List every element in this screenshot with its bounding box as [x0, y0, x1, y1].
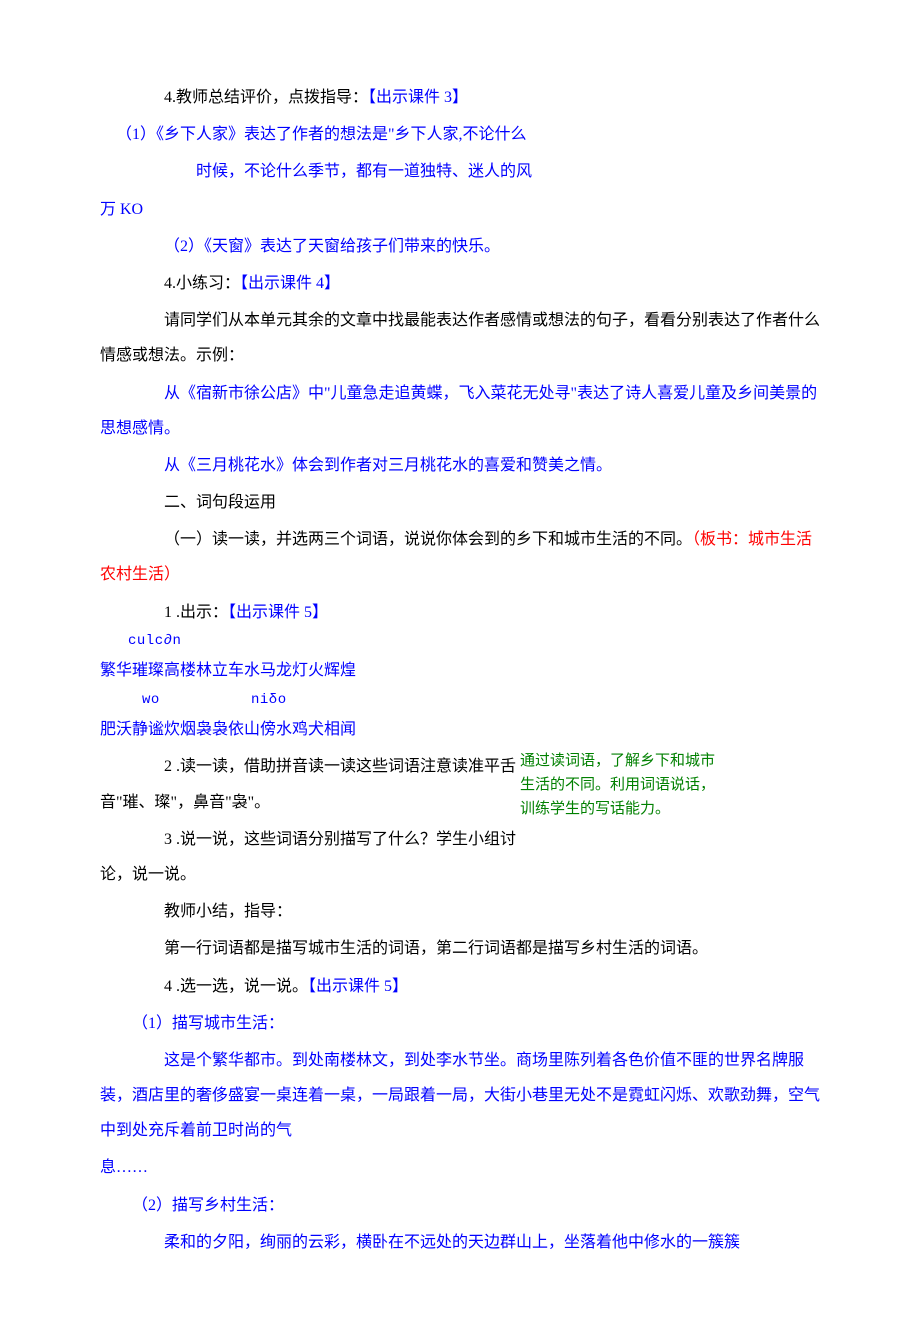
text: 这是个繁华都市。到处南楼林文，到处李水节坐。商场里陈列着各色价值不匪的世界名牌服…	[100, 1052, 820, 1139]
example-2: 从《三月桃花水》体会到作者对三月桃花水的喜爱和赞美之情。	[100, 448, 820, 483]
pinyin-2a: wo	[121, 691, 251, 711]
point-2: （2）《天窗》表达了天窗给孩子们带来的快乐。	[100, 229, 820, 264]
text: 从《三月桃花水》体会到作者对三月桃花水的喜爱和赞美之情。	[164, 457, 612, 474]
slide-ref-4: 【出示课件 4】	[240, 275, 340, 292]
section-2-title: 二、词句段运用	[100, 485, 820, 520]
text: （2）描写乡村生活：	[132, 1197, 284, 1214]
text: 柔和的夕阳，绚丽的云彩，横卧在不远处的天边群山上，坐落着他中修水的一簇簇	[164, 1234, 740, 1251]
city-life-body-b: 息……	[100, 1150, 820, 1185]
text: （一）读一读，并选两三个词语，说说你体会到的乡下和城市生活的不同。	[164, 531, 692, 548]
text: （1）《乡下人家》表达了作者的想法是"乡下人家,不论什么	[116, 126, 527, 143]
country-life-title: （2）描写乡村生活：	[100, 1188, 820, 1223]
text: 4.小练习：	[164, 275, 240, 292]
words-row-1: 繁华璀璨高楼林立车水马龙灯火辉煌	[100, 653, 820, 688]
example-1: 从《宿新市徐公店》中"儿童急走追黄蝶，飞入菜花无处寻"表达了诗人喜爱儿童及乡间美…	[100, 376, 820, 446]
side-annotation: 通过读词语，了解乡下和城市生活的不同。利用词语说话，训练学生的写话能力。	[520, 749, 720, 821]
text: 1 .出示：	[164, 604, 228, 621]
practice-title: 4.小练习：【出示课件 4】	[100, 266, 820, 301]
practice-instruction: 请同学们从本单元其余的文章中找最能表达作者感情或想法的句子，看看分别表达了作者什…	[100, 303, 820, 373]
pinyin-row-1: culc∂n	[100, 632, 820, 652]
slide-ref-5b: 【出示课件 5】	[308, 978, 408, 995]
text: 万 KO	[100, 201, 143, 218]
section-2-1: （一）读一读，并选两三个词语，说说你体会到的乡下和城市生活的不同。（板书：城市生…	[100, 522, 820, 592]
item-2-read: 2 .读一读，借助拼音读一读这些词语注意读准平舌音"璀、璨"，鼻音"袅"。	[100, 749, 520, 819]
text: 请同学们从本单元其余的文章中找最能表达作者感情或想法的句子，看看分别表达了作者什…	[100, 312, 820, 364]
summary-content: 第一行词语都是描写城市生活的词语，第二行词语都是描写乡村生活的词语。	[100, 931, 820, 966]
city-life-body: 这是个繁华都市。到处南楼林文，到处李水节坐。商场里陈列着各色价值不匪的世界名牌服…	[100, 1043, 820, 1149]
text: 2 .读一读，借助拼音读一读这些词语注意读准平舌音"璀、璨"，鼻音"袅"。	[100, 758, 516, 810]
text: （1）描写城市生活：	[132, 1015, 284, 1032]
point-1-cont-b: 万 KO	[100, 192, 820, 227]
text: 第一行词语都是描写城市生活的词语，第二行词语都是描写乡村生活的词语。	[164, 940, 708, 957]
point-1-cont: 时候，不论什么季节，都有一道独特、迷人的风	[100, 154, 820, 189]
text: 时候，不论什么季节，都有一道独特、迷人的风	[196, 163, 532, 180]
item-4-title: 4.教师总结评价，点拨指导：【出示课件 3】	[100, 80, 820, 115]
slide-ref-3: 【出示课件 3】	[368, 89, 468, 106]
pinyin-2b: niδo	[251, 692, 287, 708]
item-3-discuss: 3 .说一说，这些词语分别描写了什么？学生小组讨论，说一说。	[100, 822, 520, 892]
text: culc∂n	[128, 633, 181, 649]
slide-ref-5a: 【出示课件 5】	[228, 604, 328, 621]
text: 从《宿新市徐公店》中"儿童急走追黄蝶，飞入菜花无处寻"表达了诗人喜爱儿童及乡间美…	[100, 385, 817, 437]
text: 3 .说一说，这些词语分别描写了什么？学生小组讨论，说一说。	[100, 831, 516, 883]
teacher-summary: 教师小结，指导：	[100, 894, 820, 929]
text: 繁华璀璨高楼林立车水马龙灯火辉煌	[100, 662, 356, 679]
words-row-2: 肥沃静谧炊烟袅袅依山傍水鸡犬相闻	[100, 712, 820, 747]
text: 通过读词语，了解乡下和城市生活的不同。利用词语说话，训练学生的写话能力。	[520, 753, 715, 817]
text: 二、词句段运用	[164, 494, 276, 511]
text: 4 .选一选，说一说。	[164, 978, 308, 995]
two-column-area: 通过读词语，了解乡下和城市生活的不同。利用词语说话，训练学生的写话能力。 2 .…	[100, 749, 820, 892]
text: （2）《天窗》表达了天窗给孩子们带来的快乐。	[164, 238, 500, 255]
text: 教师小结，指导：	[164, 903, 292, 920]
point-1: （1）《乡下人家》表达了作者的想法是"乡下人家,不论什么	[100, 117, 820, 152]
item-4-choose: 4 .选一选，说一说。【出示课件 5】	[100, 969, 820, 1004]
text: 4.教师总结评价，点拨指导：	[164, 89, 368, 106]
city-life-title: （1）描写城市生活：	[100, 1006, 820, 1041]
pinyin-row-2: woniδo	[100, 691, 820, 711]
item-1-show: 1 .出示：【出示课件 5】	[100, 595, 820, 630]
country-life-body: 柔和的夕阳，绚丽的云彩，横卧在不远处的天边群山上，坐落着他中修水的一簇簇	[100, 1225, 820, 1260]
text: 肥沃静谧炊烟袅袅依山傍水鸡犬相闻	[100, 721, 356, 738]
text: 息……	[100, 1159, 148, 1176]
